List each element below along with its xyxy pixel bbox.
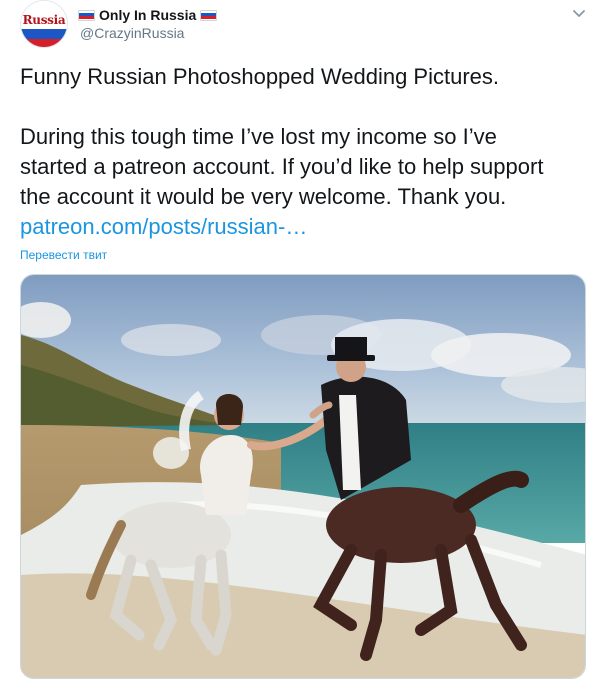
- tweet-photo[interactable]: [20, 274, 586, 679]
- russian-flag-icon: [200, 9, 218, 21]
- tweet-text-line: Funny Russian Photoshopped Wedding Pictu…: [20, 64, 499, 89]
- tweet-text-line: started a patreon account. If you’d like…: [20, 154, 544, 179]
- tweet: Russia Only In Russia @CrazyinRussia Fun…: [0, 0, 598, 689]
- chevron-down-icon[interactable]: [570, 4, 588, 22]
- russian-flag-icon: [78, 9, 95, 21]
- tweet-text-line: the account it would be very welcome. Th…: [20, 184, 507, 209]
- name-row[interactable]: Only In Russia: [78, 6, 218, 24]
- tweet-text-line: During this tough time I’ve lost my inco…: [20, 124, 497, 149]
- avatar[interactable]: Russia: [20, 0, 68, 48]
- translate-tweet-link[interactable]: Перевести твит: [20, 248, 107, 262]
- display-name[interactable]: Only In Russia: [99, 7, 196, 23]
- wedding-photo-image: [21, 275, 585, 678]
- tweet-text: Funny Russian Photoshopped Wedding Pictu…: [20, 62, 580, 242]
- patreon-link[interactable]: patreon.com/posts/russian-…: [20, 214, 307, 239]
- avatar-logo-text: Russia: [22, 13, 66, 27]
- user-handle[interactable]: @CrazyinRussia: [80, 25, 184, 41]
